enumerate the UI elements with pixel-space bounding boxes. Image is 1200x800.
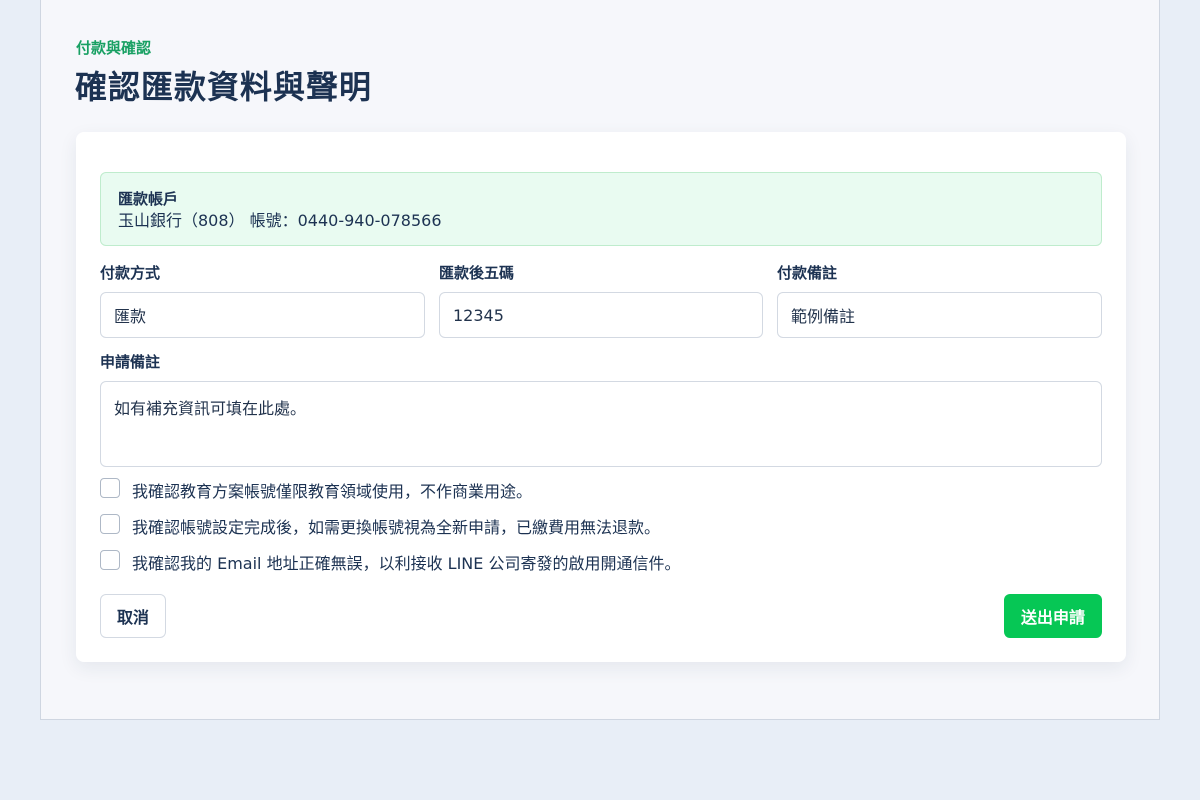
- payment-method-label: 付款方式: [100, 264, 161, 282]
- last-five-field: 匯款後五碼: [439, 263, 763, 338]
- page-frame: 付款與確認 確認匯款資料與聲明 匯款帳戶 玉山銀行（808） 帳號：0440-9…: [40, 0, 1160, 720]
- account-notice-detail: 玉山銀行（808） 帳號：0440-940-078566: [118, 211, 442, 230]
- payment-note-input[interactable]: [777, 292, 1102, 338]
- payment-method-field: 付款方式: [100, 263, 425, 338]
- section-eyebrow: 付款與確認: [76, 39, 152, 57]
- confirm-education-label[interactable]: 我確認教育方案帳號僅限教育領域使用，不作商業用途。: [132, 478, 532, 502]
- last-five-input[interactable]: [439, 292, 763, 338]
- account-notice-title: 匯款帳戶: [118, 190, 179, 208]
- confirm-education-checkbox[interactable]: [100, 478, 120, 498]
- confirm-account-change-checkbox[interactable]: [100, 514, 120, 534]
- form-card: 匯款帳戶 玉山銀行（808） 帳號：0440-940-078566 付款方式 匯…: [76, 132, 1126, 662]
- page-title: 確認匯款資料與聲明: [75, 68, 373, 106]
- confirm-education-row[interactable]: 我確認教育方案帳號僅限教育領域使用，不作商業用途。: [100, 476, 532, 502]
- last-five-label: 匯款後五碼: [439, 264, 515, 282]
- cancel-button[interactable]: 取消: [100, 594, 166, 638]
- application-note-label: 申請備註: [100, 353, 161, 371]
- confirm-account-change-label[interactable]: 我確認帳號設定完成後，如需更換帳號視為全新申請，已繳費用無法退款。: [132, 514, 660, 538]
- payment-note-label: 付款備註: [777, 264, 838, 282]
- payment-note-field: 付款備註: [777, 263, 1102, 338]
- application-note-textarea[interactable]: 如有補充資訊可填在此處。: [100, 381, 1102, 467]
- application-note-field: 申請備註 如有補充資訊可填在此處。: [100, 352, 1102, 471]
- confirm-account-change-row[interactable]: 我確認帳號設定完成後，如需更換帳號視為全新申請，已繳費用無法退款。: [100, 512, 660, 538]
- account-notice: 匯款帳戶 玉山銀行（808） 帳號：0440-940-078566: [100, 172, 1102, 246]
- payment-method-input[interactable]: [100, 292, 425, 338]
- confirm-email-row[interactable]: 我確認我的 Email 地址正確無誤，以利接收 LINE 公司寄發的啟用開通信件…: [100, 548, 680, 574]
- confirm-email-checkbox[interactable]: [100, 550, 120, 570]
- confirm-email-label[interactable]: 我確認我的 Email 地址正確無誤，以利接收 LINE 公司寄發的啟用開通信件…: [132, 550, 680, 574]
- submit-application-button[interactable]: 送出申請: [1004, 594, 1102, 638]
